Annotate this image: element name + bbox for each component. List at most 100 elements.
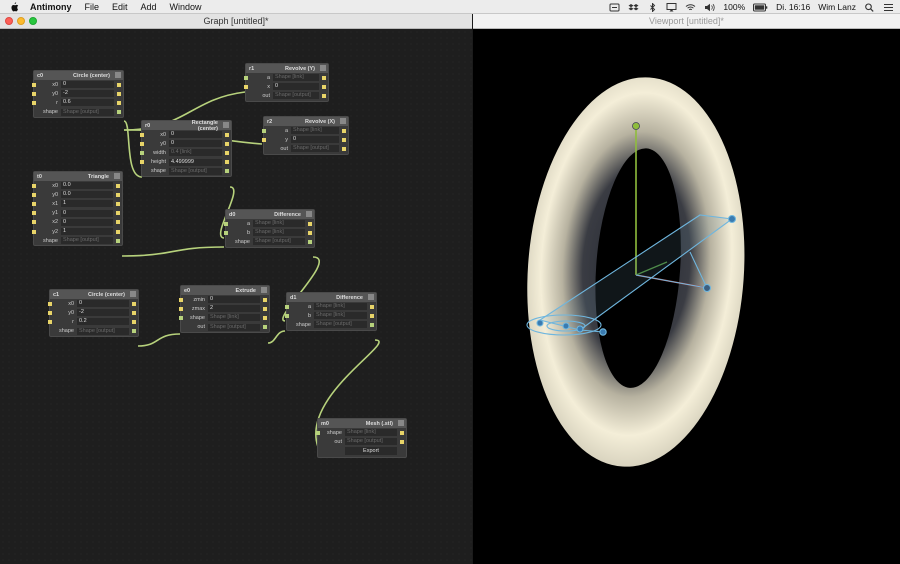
node-header[interactable]: r2 Revolve (X) xyxy=(264,117,348,126)
param-field[interactable]: 0 xyxy=(169,131,222,139)
output-port[interactable] xyxy=(132,310,136,315)
input-port[interactable] xyxy=(140,150,144,155)
input-port[interactable] xyxy=(32,91,36,96)
input-port[interactable] xyxy=(140,160,144,165)
input-port[interactable] xyxy=(48,319,52,324)
node-header[interactable]: r0 Rectangle (center) xyxy=(142,120,231,132)
input-port[interactable] xyxy=(179,306,183,311)
output-port[interactable] xyxy=(342,137,346,142)
output-port[interactable] xyxy=(116,220,120,225)
node-d0[interactable]: d0 Difference a Shape [link] b Shape [link]… xyxy=(224,209,315,248)
output-port[interactable] xyxy=(225,160,229,165)
input-port[interactable] xyxy=(140,132,144,137)
output-port[interactable] xyxy=(117,91,121,96)
menu-file[interactable]: File xyxy=(85,2,100,12)
output-port[interactable] xyxy=(308,221,312,226)
node-t0[interactable]: t0 Triangle x0 0.0 y0 0.0 x1 1 y1 0 x2 0 y2 1 s… xyxy=(32,171,123,247)
search-icon[interactable] xyxy=(864,2,875,12)
node-c1[interactable]: c1 Circle (center) x0 0 y0 -2 r 0.2 shape Sha… xyxy=(48,289,139,337)
output-port[interactable] xyxy=(263,315,267,320)
input-port[interactable] xyxy=(316,430,320,435)
output-port[interactable] xyxy=(132,301,136,306)
output-port[interactable] xyxy=(263,325,267,330)
output-port[interactable] xyxy=(116,192,120,197)
node-r0[interactable]: r0 Rectangle (center) x0 0 y0 0 width 0.4 [l… xyxy=(140,120,232,177)
input-port[interactable] xyxy=(32,183,36,188)
param-field[interactable]: 0 xyxy=(61,209,113,217)
param-field[interactable]: -2 xyxy=(77,309,129,317)
node-header[interactable]: e0 Extrude xyxy=(181,286,269,295)
output-port[interactable] xyxy=(117,110,121,115)
menu-window[interactable]: Window xyxy=(170,2,202,12)
param-field[interactable]: 0 xyxy=(273,83,319,91)
output-port[interactable] xyxy=(117,82,121,87)
param-field[interactable]: 0 xyxy=(169,140,222,148)
output-port[interactable] xyxy=(117,100,121,105)
menu-edit[interactable]: Edit xyxy=(112,2,128,12)
node-header[interactable]: m0 Mesh (.stl) xyxy=(318,419,406,428)
output-port[interactable] xyxy=(225,141,229,146)
node-menu-icon[interactable] xyxy=(320,65,326,71)
node-menu-icon[interactable] xyxy=(223,122,229,128)
status-app-icon[interactable] xyxy=(609,3,620,12)
param-field[interactable]: 0 xyxy=(208,296,260,304)
input-port[interactable] xyxy=(32,229,36,234)
input-port[interactable] xyxy=(244,84,248,89)
minimize-button[interactable] xyxy=(17,17,25,25)
param-field[interactable]: 1 xyxy=(61,228,113,236)
param-field[interactable]: 0 xyxy=(61,81,114,89)
param-field[interactable]: 0.2 xyxy=(77,318,129,326)
output-port[interactable] xyxy=(116,238,120,243)
output-port[interactable] xyxy=(132,319,136,324)
output-port[interactable] xyxy=(263,306,267,311)
output-port[interactable] xyxy=(263,297,267,302)
input-port[interactable] xyxy=(32,220,36,225)
output-port[interactable] xyxy=(308,230,312,235)
param-field[interactable]: 1 xyxy=(61,200,113,208)
input-port[interactable] xyxy=(32,201,36,206)
viewport-titlebar[interactable]: Viewport [untitled]* xyxy=(473,14,900,29)
dropbox-icon[interactable] xyxy=(628,3,639,12)
node-header[interactable]: r1 Revolve (Y) xyxy=(246,64,328,73)
menu-add[interactable]: Add xyxy=(141,2,157,12)
output-port[interactable] xyxy=(342,146,346,151)
clock[interactable]: Di. 16:16 xyxy=(776,2,810,12)
user-name[interactable]: Wim Lanz xyxy=(818,2,856,12)
zoom-button[interactable] xyxy=(29,17,37,25)
input-port[interactable] xyxy=(179,315,183,320)
battery-icon[interactable] xyxy=(753,3,768,12)
node-header[interactable]: c0 Circle (center) xyxy=(34,71,123,80)
output-port[interactable] xyxy=(370,313,374,318)
node-m0[interactable]: m0 Mesh (.stl) shape Shape [link] out Shape… xyxy=(316,418,407,459)
input-port[interactable] xyxy=(244,75,248,80)
input-port[interactable] xyxy=(224,221,228,226)
output-port[interactable] xyxy=(370,304,374,309)
node-menu-icon[interactable] xyxy=(115,72,121,78)
export-button[interactable]: Export xyxy=(345,447,397,456)
param-field[interactable]: 0.0 xyxy=(61,182,113,190)
node-menu-icon[interactable] xyxy=(261,287,267,293)
output-port[interactable] xyxy=(370,322,374,327)
node-e0[interactable]: e0 Extrude zmin 0 zmax 2 shape Shape [link] … xyxy=(179,285,270,333)
node-menu-icon[interactable] xyxy=(368,294,374,300)
input-port[interactable] xyxy=(262,128,266,133)
node-menu-icon[interactable] xyxy=(398,420,404,426)
input-port[interactable] xyxy=(48,310,52,315)
node-header[interactable]: d0 Difference xyxy=(226,210,314,219)
bluetooth-icon[interactable] xyxy=(647,2,658,12)
output-port[interactable] xyxy=(225,169,229,174)
input-port[interactable] xyxy=(285,313,289,318)
node-d1[interactable]: d1 Difference a Shape [link] b Shape [link]… xyxy=(285,292,377,331)
output-port[interactable] xyxy=(132,329,136,334)
node-r2[interactable]: r2 Revolve (X) a Shape [link] y0 out Shape … xyxy=(262,116,349,155)
output-port[interactable] xyxy=(225,150,229,155)
output-port[interactable] xyxy=(116,211,120,216)
viewport-3d[interactable] xyxy=(473,29,900,564)
node-menu-icon[interactable] xyxy=(340,118,346,124)
input-port[interactable] xyxy=(179,297,183,302)
input-port[interactable] xyxy=(32,192,36,197)
param-field[interactable]: 0.0 xyxy=(61,191,113,199)
close-button[interactable] xyxy=(5,17,13,25)
param-field[interactable]: 2 xyxy=(208,305,260,313)
output-port[interactable] xyxy=(225,132,229,137)
